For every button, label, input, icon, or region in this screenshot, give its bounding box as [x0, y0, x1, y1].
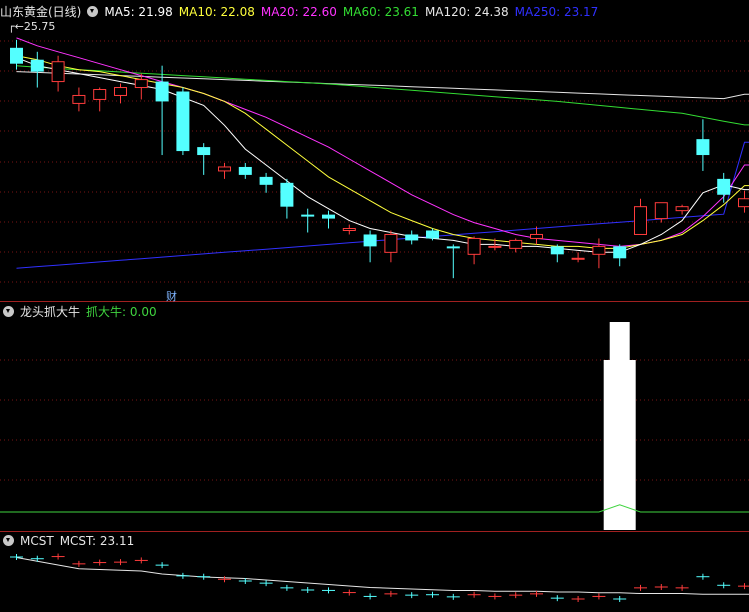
chevron-down-icon[interactable] [3, 535, 14, 546]
sub-panel1-header: 龙头抓大牛 抓大牛: 0.00 [3, 303, 163, 321]
candle-body-up [654, 202, 668, 220]
candle-body-up [384, 233, 398, 253]
candle-body-up [592, 245, 606, 255]
candle-body-down [426, 230, 439, 239]
chart-grid [0, 40, 749, 532]
candle-body-down [550, 246, 564, 255]
candle-body-down [10, 47, 23, 64]
candle-body-down [176, 91, 190, 152]
candle-body-up [530, 233, 543, 239]
candle-body-up [675, 206, 689, 212]
high-price-value: 25.75 [23, 20, 56, 33]
sub-panel1-title: 龙头抓大牛 [20, 305, 81, 319]
candle-body-down [301, 214, 315, 217]
candle-body-down [613, 246, 627, 259]
signal-value-label: 抓大牛: 0.00 [86, 305, 157, 319]
candle-body-up [738, 198, 749, 208]
candle-body-up [93, 89, 107, 100]
candle-body-up [634, 206, 647, 235]
high-price-marker: ┌←25.75 [8, 20, 56, 33]
ma10-label: MA10: 22.08 [178, 5, 255, 19]
main-panel-title: 山东黄金(日线) [0, 5, 82, 19]
ma5-label: MA5: 21.98 [104, 5, 173, 19]
candle-body-up [571, 257, 585, 260]
signal-bars [0, 322, 749, 530]
signal-line [0, 504, 749, 513]
mcst-value-label: MCST: 23.11 [59, 534, 135, 548]
ma120-label: MA120: 24.38 [424, 5, 509, 19]
candle-body-down [717, 178, 731, 195]
candle-body-up [342, 228, 356, 231]
ma250-line [16, 141, 749, 269]
candle-body-up [509, 239, 523, 249]
ma20-label: MA20: 22.60 [260, 5, 337, 19]
candle-body-up [488, 245, 502, 248]
ma250-label: MA250: 23.17 [514, 5, 599, 19]
candle-body-down [363, 234, 377, 247]
sub-panel2-header: MCST MCST: 23.11 [3, 532, 140, 550]
candle-body-up [51, 61, 65, 83]
candle-body-up [218, 166, 231, 172]
candle-body-down [259, 176, 273, 185]
candle-body-down [238, 166, 252, 175]
candle-body-down [696, 139, 710, 156]
sub-panel2-title: MCST [20, 534, 54, 548]
candle-body-down [405, 234, 419, 241]
mcst-ticks [10, 553, 749, 602]
candle-body-up [114, 87, 127, 96]
mcst-line [16, 557, 749, 595]
candle-body-down [322, 214, 335, 219]
candle-body-down [280, 182, 294, 207]
candle-body-down [446, 246, 460, 249]
candle-body-up [134, 79, 148, 89]
candle-body-down [197, 147, 211, 156]
candle-body-up [467, 237, 481, 255]
candle-body-up [72, 94, 86, 104]
ma60-label: MA60: 23.61 [342, 5, 419, 19]
main-panel-header: 山东黄金(日线) MA5: 21.98 MA10: 22.08 MA20: 22.60… [0, 3, 604, 21]
chevron-down-icon[interactable] [3, 306, 14, 317]
candle-body-down [155, 81, 169, 102]
chevron-down-icon[interactable] [87, 6, 99, 17]
financial-event-marker[interactable]: 财 [166, 288, 177, 304]
candle-body-down [30, 59, 44, 72]
